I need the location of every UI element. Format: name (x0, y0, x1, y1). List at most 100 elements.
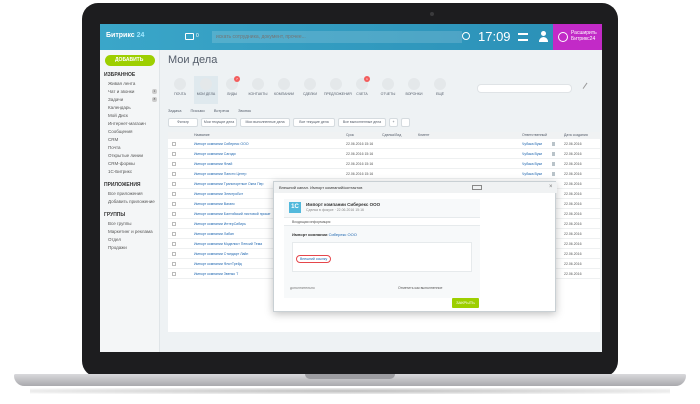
menu-icon[interactable] (518, 33, 528, 41)
tab-deals[interactable]: СДЕЛКИ (298, 76, 322, 104)
tab-reports[interactable]: ОТЧЕТЫ (376, 76, 400, 104)
column-header[interactable]: Сделка/Лид (382, 133, 401, 137)
sidebar-item[interactable]: Сообщения (108, 129, 132, 134)
activity-title-link[interactable]: Импорт компании Сиберекс ООО (194, 142, 249, 146)
column-header[interactable]: Клиент (418, 133, 430, 137)
filter-search-input[interactable] (477, 84, 572, 93)
sidebar-item[interactable]: Добавить приложение (108, 199, 155, 204)
mark-completed-checkbox[interactable]: Отметить как выполненное (398, 286, 442, 290)
sidebar-item[interactable]: Все группы (108, 221, 131, 226)
activity-title-link[interactable]: Импорт компании ИнтерСибирь (194, 222, 246, 226)
tab-invoices[interactable]: СЧЕТА 1 (350, 76, 374, 104)
responsible-link[interactable]: Чубака Вуки (522, 172, 542, 176)
sidebar-item[interactable]: Продажи (108, 245, 127, 250)
add-meeting-link[interactable]: Встреча (214, 108, 229, 113)
sidebar-item[interactable]: Открытые линии (108, 153, 143, 158)
search-icon[interactable] (462, 32, 470, 40)
column-header[interactable]: Ответственный (522, 133, 547, 137)
row-checkbox[interactable] (172, 222, 176, 226)
add-email-link[interactable]: Письмо (191, 108, 205, 113)
sidebar-section-apps[interactable]: ПРИЛОЖЕНИЯ (104, 182, 141, 188)
add-filter-button[interactable]: + (389, 118, 398, 127)
add-task-link[interactable]: Задача (168, 108, 181, 113)
activity-title-link[interactable]: Импорт компании Ваганс (194, 202, 235, 206)
row-checkbox[interactable] (172, 272, 176, 276)
column-header[interactable]: Название (194, 133, 210, 137)
row-checkbox[interactable] (172, 202, 176, 206)
tab-more[interactable]: ЕЩЁ (428, 76, 452, 104)
chat-icon[interactable] (185, 33, 194, 40)
row-checkbox[interactable] (172, 232, 176, 236)
tab-mail[interactable]: ПОЧТА (168, 76, 192, 104)
filter-button[interactable]: Фильтр (168, 118, 198, 127)
sidebar-item[interactable]: Живая лента (108, 81, 135, 86)
row-checkbox[interactable] (172, 162, 176, 166)
external-link[interactable]: Внешний ссылку (296, 255, 332, 263)
activity-title-link[interactable]: Импорт компании Звенко Т (194, 272, 238, 276)
user-icon[interactable] (538, 31, 548, 42)
filter-all-current[interactable]: Все текущие дела (293, 118, 335, 127)
row-checkbox[interactable] (172, 192, 176, 196)
activity-title-link[interactable]: Импорт компании Моделист Пенсий Тема (194, 242, 262, 246)
close-button[interactable]: ЗАКРЫТЬ (452, 298, 479, 308)
tab-leads[interactable]: ЛИДЫ 7 (220, 76, 244, 104)
sidebar-item[interactable]: Мой Диск (108, 113, 128, 118)
activity-title-link[interactable]: Импорт компании Лабан (194, 232, 234, 236)
activity-title-link[interactable]: Импорт компании ФлотТрейд (194, 262, 242, 266)
table-row[interactable]: Импорт компании Флай 22.06.2016 15:16 Чуба… (168, 160, 600, 169)
column-header[interactable]: Дата создания (564, 133, 588, 137)
sidebar-item[interactable]: Почта (108, 145, 121, 150)
flag-icon[interactable] (552, 172, 555, 176)
row-checkbox[interactable] (172, 182, 176, 186)
sidebar-item[interactable]: Задачи (108, 97, 123, 102)
sidebar-item[interactable]: Календарь (108, 105, 131, 110)
responsible-link[interactable]: Чубака Вуки (522, 142, 542, 146)
sidebar-item[interactable]: CRM-формы (108, 161, 135, 166)
activity-title-link[interactable]: Импорт компании ЭлектроБит (194, 192, 243, 196)
sidebar-item[interactable]: Интернет-магазин (108, 121, 146, 126)
tab-my-activities[interactable]: МОИ ДЕЛА (194, 76, 218, 104)
more-link[interactable]: дополнительно (290, 286, 315, 290)
row-checkbox[interactable] (172, 152, 176, 156)
responsible-link[interactable]: Чубака Вуки (522, 162, 542, 166)
tab-funnels[interactable]: ВОРОНКИ (402, 76, 426, 104)
activity-title-link[interactable]: Импорт компании Стандарт Лайн (194, 252, 248, 256)
bitrix-logo[interactable]: Битрикс 24 (106, 32, 144, 39)
search-input[interactable] (212, 31, 462, 43)
sidebar-item[interactable]: Маркетинг и реклама (108, 229, 153, 234)
flag-icon[interactable] (552, 162, 555, 166)
tab-contacts[interactable]: КОНТАКТЫ (246, 76, 270, 104)
settings-icon[interactable] (401, 118, 410, 127)
responsible-link[interactable]: Чубака Вуки (522, 152, 542, 156)
expand-bitrix-button[interactable]: Расширить Битрикс24 (553, 24, 602, 50)
flag-icon[interactable] (552, 152, 555, 156)
close-icon[interactable]: × (549, 184, 553, 190)
row-checkbox[interactable] (172, 252, 176, 256)
sidebar-item[interactable]: 1С-Битрикс (108, 169, 132, 174)
activity-title-link[interactable]: Импорт компании Пансти Центр (194, 172, 246, 176)
filter-my-current[interactable]: Мои текущие дела (201, 118, 237, 127)
tab-quotes[interactable]: ПРЕДЛОЖЕНИЯ (324, 76, 352, 104)
clock[interactable]: 17:09 (478, 29, 511, 44)
sidebar-item[interactable]: Все приложения (108, 191, 143, 196)
company-link[interactable]: Сиберекс ООО (329, 232, 357, 237)
activity-title-link[interactable]: Импорт компании Транспортные Окна Пер (194, 182, 264, 186)
filter-all-completed[interactable]: Все выполненные дела (338, 118, 386, 127)
row-checkbox[interactable] (172, 142, 176, 146)
calendar-icon[interactable] (472, 185, 482, 190)
row-checkbox[interactable] (172, 262, 176, 266)
pin-icon[interactable] (582, 82, 593, 93)
column-header[interactable]: Срок (346, 133, 354, 137)
table-row[interactable]: Импорт компании Сиберекс ООО 22.06.2016 1… (168, 140, 600, 149)
filter-my-completed[interactable]: Мои выполненные дела (240, 118, 290, 127)
sidebar-item[interactable]: Чат и звонки (108, 89, 134, 94)
sidebar-section-groups[interactable]: ГРУППЫ (104, 212, 125, 218)
row-checkbox[interactable] (172, 212, 176, 216)
activity-title-link[interactable]: Импорт компании Балтийский листовой прок… (194, 212, 271, 216)
activity-title-link[interactable]: Импорт компании Флай (194, 162, 232, 166)
sidebar-item[interactable]: CRM (108, 137, 118, 142)
table-row[interactable]: Импорт компании Пансти Центр 22.06.2016 1… (168, 170, 600, 179)
flag-icon[interactable] (552, 142, 555, 146)
add-button[interactable]: ДОБАВИТЬ (105, 55, 155, 66)
tab-companies[interactable]: КОМПАНИИ (272, 76, 296, 104)
